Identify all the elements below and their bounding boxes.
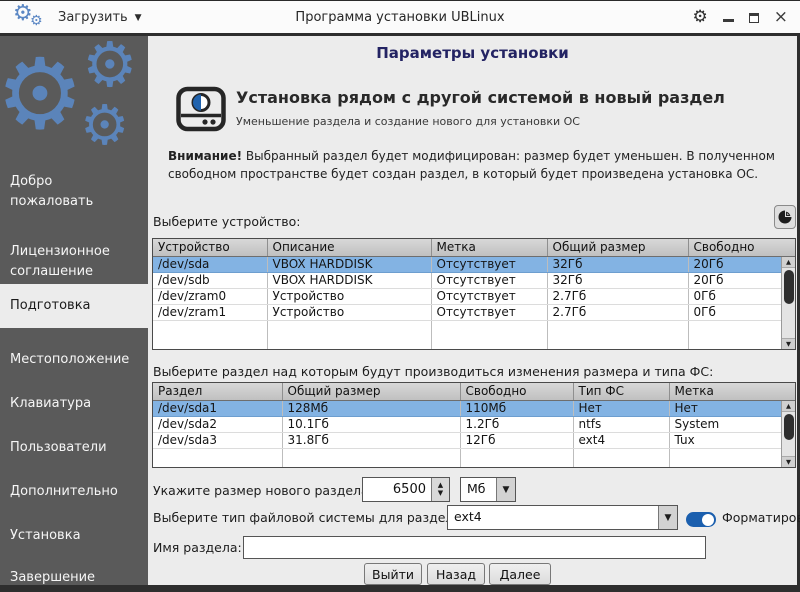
partition-chart-button[interactable] xyxy=(774,205,796,229)
gear-icon[interactable]: ⚙ xyxy=(693,9,708,26)
size-input[interactable] xyxy=(363,478,431,501)
sidebar-item-keyboard[interactable]: Клавиатура xyxy=(0,394,148,414)
column-header[interactable]: Описание xyxy=(267,239,431,256)
table-row[interactable]: /dev/zram1УстройствоОтсутствует2.7Гб0Гб xyxy=(153,304,796,320)
titlebar-controls: ⚙ × xyxy=(693,1,789,34)
partition-table-scrollbar[interactable]: ▲ ▼ xyxy=(781,401,795,467)
empty-row xyxy=(153,336,796,350)
table-row[interactable]: /dev/sdaVBOX HARDDISKОтсутствует32Гб20Гб xyxy=(153,256,796,272)
exit-button[interactable]: Выйти xyxy=(364,563,422,585)
close-icon[interactable]: × xyxy=(774,10,788,25)
pie-chart-icon xyxy=(777,209,793,225)
titlebar: ⚙⚙ Загрузить ▼ Программа установки UBLin… xyxy=(0,0,800,33)
table-row[interactable]: /dev/sdbVBOX HARDDISKОтсутствует32Гб20Гб xyxy=(153,272,796,288)
hard-drive-icon xyxy=(174,82,228,136)
warning-bold: Внимание! xyxy=(168,149,242,163)
device-table[interactable]: УстройствоОписаниеМеткаОбщий размерСвобо… xyxy=(152,238,796,350)
column-header[interactable]: Метка xyxy=(669,383,796,400)
toggle-knob xyxy=(702,514,714,526)
sidebar-item-license[interactable]: Лицензионное соглашение xyxy=(0,242,130,282)
chevron-down-icon: ▼ xyxy=(658,506,677,529)
page-title: Параметры установки xyxy=(148,44,797,62)
column-header[interactable]: Метка xyxy=(431,239,547,256)
scroll-down-icon[interactable]: ▼ xyxy=(782,338,795,349)
scrollbar-thumb[interactable] xyxy=(784,414,794,440)
column-header[interactable]: Общий размер xyxy=(547,239,688,256)
unit-dropdown[interactable]: Мб ▼ xyxy=(460,477,516,502)
chevron-down-icon: ▼ xyxy=(135,13,142,23)
sidebar-item-preparation[interactable]: Подготовка xyxy=(0,284,148,328)
spinner-arrows-icon[interactable]: ▲▼ xyxy=(431,478,449,501)
column-header[interactable]: Свободно xyxy=(460,383,573,400)
partition-table-header: РазделОбщий размерСвободноТип ФСМетка xyxy=(153,383,796,400)
warning-text: Внимание! Выбранный раздел будет модифиц… xyxy=(168,148,780,183)
sidebar-item-location[interactable]: Местоположение xyxy=(0,350,148,370)
device-table-header: УстройствоОписаниеМеткаОбщий размерСвобо… xyxy=(153,239,796,256)
size-label: Укажите размер нового раздела: xyxy=(153,483,373,498)
scroll-up-icon[interactable]: ▲ xyxy=(782,401,795,412)
app-gears-icon: ⚙⚙ xyxy=(13,2,53,34)
partition-name-input[interactable] xyxy=(243,536,706,559)
filesystem-value: ext4 xyxy=(448,506,658,529)
device-table-scrollbar[interactable]: ▲ ▼ xyxy=(781,257,795,349)
section-heading: Установка рядом с другой системой в новы… xyxy=(236,88,725,107)
sidebar-item-users[interactable]: Пользователи xyxy=(0,438,148,458)
partition-select-label: Выберите раздел над которым будут произв… xyxy=(153,364,713,379)
column-header[interactable]: Раздел xyxy=(153,383,282,400)
table-row[interactable]: /dev/sda1128Мб110МбНетНет xyxy=(153,400,796,416)
sidebar-item-welcome[interactable]: Добро пожаловать xyxy=(0,172,120,212)
column-header[interactable]: Тип ФС xyxy=(573,383,669,400)
empty-row xyxy=(153,464,796,468)
filesystem-label: Выберите тип файловой системы для раздел… xyxy=(153,510,465,525)
scroll-down-icon[interactable]: ▼ xyxy=(782,456,795,467)
table-row[interactable]: /dev/sda331.8Гб12Гбext4Tux xyxy=(153,432,796,448)
maximize-icon[interactable] xyxy=(749,13,759,23)
unit-value: Мб xyxy=(461,478,496,501)
installer-window: ⚙⚙ Загрузить ▼ Программа установки UBLin… xyxy=(0,0,800,592)
load-button[interactable]: Загрузить ▼ xyxy=(58,1,142,34)
window-title: Программа установки UBLinux xyxy=(150,1,650,34)
chevron-down-icon: ▼ xyxy=(496,478,515,501)
back-button[interactable]: Назад xyxy=(427,563,485,585)
sidebar: ⚙ ⚙ ⚙ Добро пожаловать Лицензионное согл… xyxy=(0,36,148,585)
table-row[interactable]: /dev/zram0УстройствоОтсутствует2.7Гб0Гб xyxy=(153,288,796,304)
empty-row xyxy=(153,448,796,464)
sidebar-item-installation[interactable]: Установка xyxy=(0,526,148,546)
next-button[interactable]: Далее xyxy=(489,563,551,585)
device-select-label: Выберите устройство: xyxy=(153,214,301,229)
format-toggle[interactable] xyxy=(686,512,716,527)
partition-table[interactable]: РазделОбщий размерСвободноТип ФСМетка /d… xyxy=(152,382,796,468)
column-header[interactable]: Свободно xyxy=(688,239,796,256)
section-subheading: Уменьшение раздела и создание нового для… xyxy=(236,115,580,128)
column-header[interactable]: Устройство xyxy=(153,239,267,256)
sidebar-item-finish[interactable]: Завершение xyxy=(0,568,148,585)
format-label: Форматировать xyxy=(722,510,800,525)
scroll-up-icon[interactable]: ▲ xyxy=(782,257,795,268)
filesystem-dropdown[interactable]: ext4 ▼ xyxy=(447,505,678,530)
size-spinbox: ▲▼ xyxy=(362,477,450,502)
column-header[interactable]: Общий размер xyxy=(282,383,460,400)
main-content: Параметры установки Установка рядом с др… xyxy=(148,36,797,585)
scrollbar-thumb[interactable] xyxy=(784,270,794,304)
load-button-label: Загрузить xyxy=(58,10,128,25)
minimize-icon[interactable] xyxy=(723,19,734,22)
empty-row xyxy=(153,320,796,336)
partition-name-label: Имя раздела: xyxy=(153,540,242,555)
sidebar-item-additional[interactable]: Дополнительно xyxy=(0,482,148,502)
table-row[interactable]: /dev/sda210.1Гб1.2ГбntfsSystem xyxy=(153,416,796,432)
